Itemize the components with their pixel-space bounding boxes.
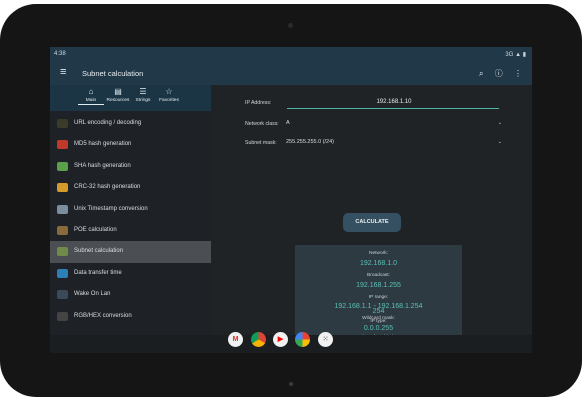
tool-icon (57, 140, 68, 150)
sidebar-item[interactable]: SHA hash generation (50, 156, 211, 177)
sidebar-item-label: SHA hash generation (74, 162, 131, 169)
tab-strings[interactable]: ☰ Strings (130, 87, 156, 103)
tool-icon (57, 290, 68, 300)
broadcast-value: 192.168.1.255 (356, 282, 401, 289)
sidebar-item[interactable]: Wake On Lan (50, 284, 211, 305)
chevron-down-icon[interactable]: ⌄ (498, 139, 502, 145)
app-bar: ≡ Subnet calculation ⌕ ⓘ ⋮ (50, 61, 532, 85)
star-icon: ☆ (165, 87, 173, 96)
ip-input[interactable]: 192.168.1.10 (289, 99, 499, 105)
more-vert-icon[interactable]: ⋮ (514, 69, 522, 78)
sidebar-item[interactable]: CRC-32 hash generation (50, 177, 211, 198)
front-camera (288, 23, 293, 28)
home-icon: ⌂ (88, 87, 94, 96)
sidebar-item-label: RGB/HEX conversion (74, 312, 132, 319)
sidebar-item-label: MD5 hash generation (74, 141, 132, 148)
network-label: 3G (505, 52, 514, 58)
tool-icon (57, 247, 68, 257)
tool-icon (57, 183, 68, 193)
tab-label: Resources (106, 98, 130, 103)
battery-icon: ▮ (522, 52, 526, 58)
mask-select[interactable]: 255.255.255.0 (/24) (286, 139, 334, 145)
tab-favorites[interactable]: ☆ Favorites (156, 87, 182, 103)
sidebar-item-label: CRC-32 hash generation (74, 184, 141, 191)
sidebar-item-label: Data transfer time (74, 269, 122, 276)
sidebar-item[interactable]: POE calculation (50, 220, 211, 241)
network-value: 192.168.1.0 (360, 260, 397, 267)
sidebar-item-label: POE calculation (74, 226, 117, 233)
tool-icon (57, 268, 68, 278)
sidebar-item-label: Subnet calculation (74, 248, 124, 255)
status-time: 4:38 (54, 51, 66, 57)
page-title: Subnet calculation (82, 69, 144, 78)
sidebar-item-label: Unix Timestamp conversion (74, 205, 148, 212)
sidebar: ⌂ Main ▤ Resources ☰ Strings ☆ Favorites… (50, 85, 211, 335)
mask-label: Subnet mask: (245, 140, 277, 146)
main-panel: IP Address: 192.168.1.10 Network class: … (211, 85, 532, 335)
sidebar-item[interactable]: Subnet calculation (50, 241, 211, 263)
strings-icon: ☰ (139, 87, 147, 96)
calculate-button[interactable]: CALCULATE (343, 213, 401, 232)
search-icon[interactable]: ⌕ (479, 69, 483, 78)
sidebar-item-label: Wake On Lan (74, 291, 111, 298)
signal-icon: ▲ (515, 52, 522, 58)
sidebar-item-label: URL encoding / decoding (74, 120, 142, 126)
wildcard-value: 0.0.0.255 (363, 325, 394, 332)
tab-label: Main (78, 98, 104, 105)
type-label: IP type: (370, 319, 387, 324)
tab-resources[interactable]: ▤ Resources (105, 87, 131, 103)
broadcast-label: Broadcast: (367, 273, 390, 278)
tool-icon (57, 204, 68, 214)
app-drawer-icon[interactable]: ⁙ (318, 332, 333, 347)
sidebar-item[interactable]: MD5 hash generation (50, 134, 211, 155)
class-select[interactable]: A (286, 120, 290, 126)
sidebar-item[interactable]: URL encoding / decoding (50, 113, 211, 134)
photos-icon[interactable] (295, 332, 310, 347)
sidebar-item[interactable]: Data transfer time (50, 263, 211, 284)
sidebar-item[interactable]: RGB/HEX conversion (50, 306, 211, 327)
sidebar-item[interactable]: Unix Timestamp conversion (50, 199, 211, 220)
book-icon: ▤ (114, 87, 122, 96)
class-label: Network class: (245, 121, 279, 127)
nav-tabs: ⌂ Main ▤ Resources ☰ Strings ☆ Favorites (50, 85, 211, 111)
chevron-down-icon[interactable]: ⌄ (498, 120, 502, 126)
chrome-icon[interactable] (251, 332, 266, 347)
hamburger-icon[interactable]: ≡ (60, 67, 66, 78)
tool-icon (57, 119, 68, 128)
hosts-value: 254 (372, 308, 385, 315)
tab-main[interactable]: ⌂ Main (78, 87, 104, 105)
status-bar: 4:38 3G ▲ ▮ (50, 47, 532, 61)
bottom-sensor (289, 382, 293, 386)
info-icon[interactable]: ⓘ (495, 69, 503, 78)
tool-icon (57, 161, 68, 171)
ip-label: IP Address: (245, 100, 272, 106)
youtube-icon[interactable]: ▶ (273, 332, 288, 347)
tab-label: Favorites (159, 98, 179, 103)
status-network: 3G ▲ ▮ (505, 51, 526, 58)
tab-label: Strings (135, 98, 151, 103)
range-label: IP range: (368, 295, 389, 300)
tool-icon (57, 311, 68, 321)
tool-list: URL encoding / decoding MD5 hash generati… (50, 113, 211, 327)
network-label: Network: (369, 251, 388, 256)
gmail-icon[interactable]: M (228, 332, 243, 347)
ip-input-underline (287, 108, 499, 109)
tool-icon (57, 225, 68, 235)
